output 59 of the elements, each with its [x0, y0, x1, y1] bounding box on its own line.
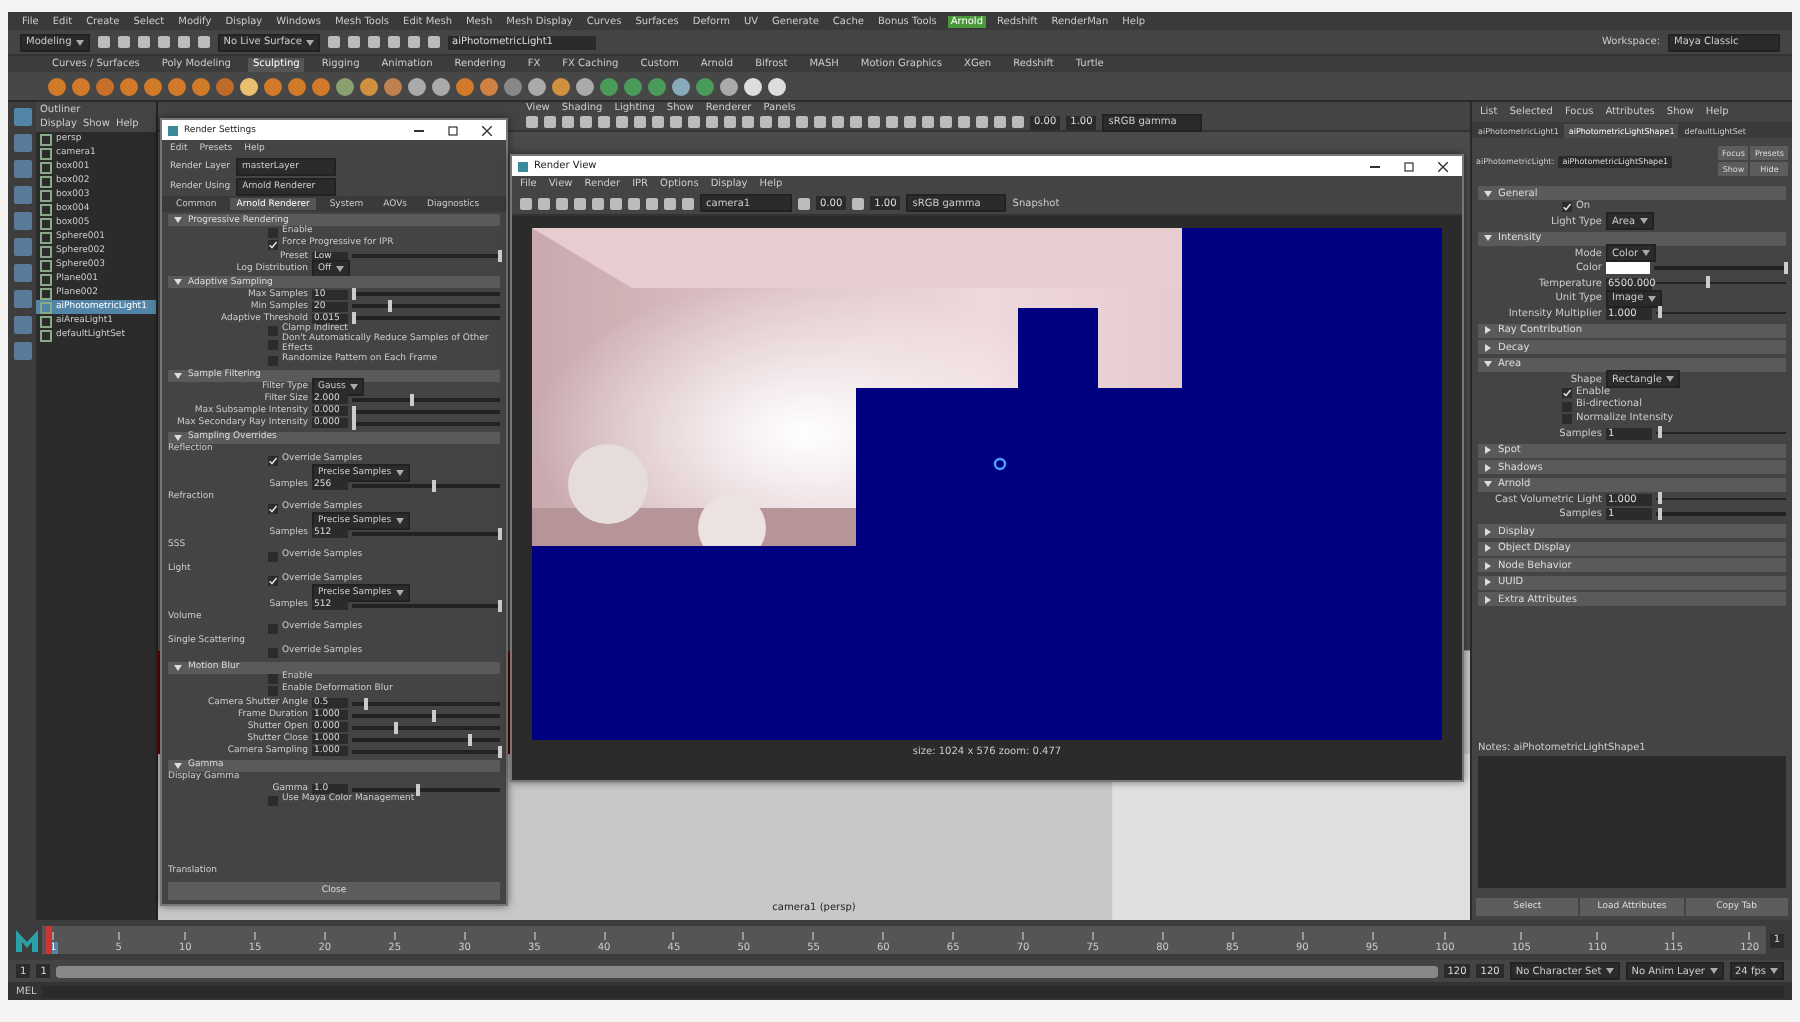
- maximize-icon: [447, 125, 457, 135]
- window-icon: [518, 161, 528, 171]
- current-time-marker[interactable]: [46, 926, 52, 954]
- caret-icon: [1642, 250, 1651, 256]
- caret-icon: [1647, 295, 1656, 301]
- slider-thumb[interactable]: [1657, 492, 1662, 505]
- checkbox[interactable]: [268, 356, 278, 367]
- range-slider-bar[interactable]: [56, 965, 1438, 977]
- checkbox[interactable]: [268, 624, 278, 635]
- caret-icon: [75, 39, 84, 45]
- minimize-icon: [1369, 165, 1379, 167]
- caret-icon: [306, 39, 314, 45]
- caret-icon: [1605, 968, 1614, 974]
- caret-icon: [395, 590, 404, 597]
- slider-thumb[interactable]: [431, 709, 436, 722]
- checkbox[interactable]: [268, 552, 278, 563]
- checkbox[interactable]: [268, 325, 278, 335]
- checkbox[interactable]: [268, 648, 278, 659]
- slider-thumb[interactable]: [1657, 426, 1662, 439]
- slider-thumb[interactable]: [394, 721, 399, 734]
- checkbox[interactable]: [268, 674, 278, 685]
- command-field[interactable]: [42, 985, 1784, 997]
- color-swatch[interactable]: [1606, 262, 1650, 274]
- caret-icon: [1665, 376, 1674, 382]
- slider-thumb[interactable]: [352, 287, 357, 300]
- checkbox[interactable]: [1562, 388, 1572, 398]
- slider-thumb[interactable]: [352, 405, 357, 418]
- slider-thumb[interactable]: [364, 697, 369, 710]
- slider-thumb[interactable]: [431, 479, 436, 492]
- checkbox[interactable]: [268, 796, 278, 807]
- checkbox[interactable]: [1562, 414, 1572, 424]
- slider-thumb[interactable]: [468, 733, 473, 746]
- slider-thumb[interactable]: [1657, 507, 1662, 520]
- caret-icon: [1770, 968, 1778, 974]
- slider-thumb[interactable]: [416, 783, 421, 796]
- caret-icon: [335, 265, 344, 271]
- maya-logo-icon: [16, 929, 38, 951]
- slider-thumb[interactable]: [352, 417, 357, 430]
- slider-thumb[interactable]: [352, 311, 357, 324]
- caret-icon: [395, 518, 404, 525]
- checkbox[interactable]: [268, 340, 278, 351]
- notes-field[interactable]: [1478, 756, 1786, 888]
- checkbox[interactable]: [268, 239, 278, 249]
- maximize-icon: [1403, 161, 1413, 171]
- checkbox[interactable]: [268, 576, 278, 587]
- checkbox[interactable]: [1562, 202, 1572, 212]
- slider-thumb[interactable]: [1657, 306, 1662, 319]
- exposure-icon: [798, 197, 810, 209]
- caret-icon: [1709, 968, 1717, 974]
- caret-icon: [1639, 218, 1648, 224]
- checkbox[interactable]: [1562, 401, 1572, 411]
- gamma-icon: [852, 197, 865, 209]
- checkbox[interactable]: [268, 504, 278, 515]
- checkbox[interactable]: [268, 227, 278, 237]
- window-icon: [168, 125, 178, 135]
- checkbox[interactable]: [268, 686, 278, 697]
- checkbox[interactable]: [268, 456, 278, 467]
- slider-thumb[interactable]: [409, 393, 414, 406]
- caret-icon: [395, 470, 404, 477]
